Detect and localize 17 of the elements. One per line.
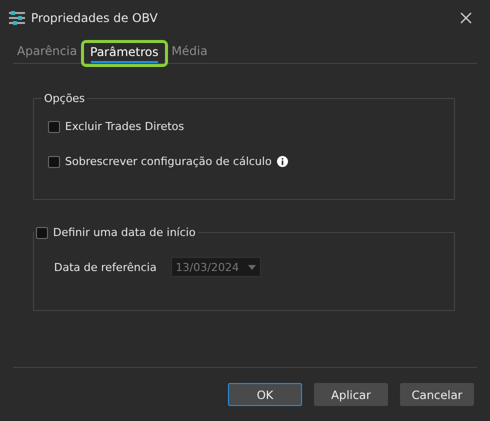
field-label: Data de referência bbox=[54, 260, 157, 274]
settings-sliders-icon bbox=[9, 11, 25, 25]
window-title: Propriedades de OBV bbox=[31, 11, 159, 25]
close-icon[interactable] bbox=[460, 12, 472, 24]
group-title: Opções bbox=[43, 92, 86, 105]
checkbox-label: Excluir Trades Diretos bbox=[65, 120, 184, 133]
info-icon[interactable] bbox=[276, 156, 288, 167]
dialog-button[interactable]: Cancelar bbox=[400, 383, 474, 406]
checkbox[interactable] bbox=[48, 156, 60, 168]
dialog-button[interactable]: Aplicar bbox=[314, 383, 388, 406]
tab[interactable]: Parâmetros bbox=[86, 45, 163, 64]
checkbox-label: Definir uma data de início bbox=[53, 226, 196, 239]
checkbox[interactable] bbox=[48, 120, 60, 132]
tab[interactable]: Aparência bbox=[13, 44, 82, 63]
dialog-button[interactable]: OK bbox=[228, 383, 302, 406]
tab[interactable]: Média bbox=[168, 44, 212, 63]
checkbox-label: Sobrescrever configuração de cálculo bbox=[65, 155, 272, 168]
